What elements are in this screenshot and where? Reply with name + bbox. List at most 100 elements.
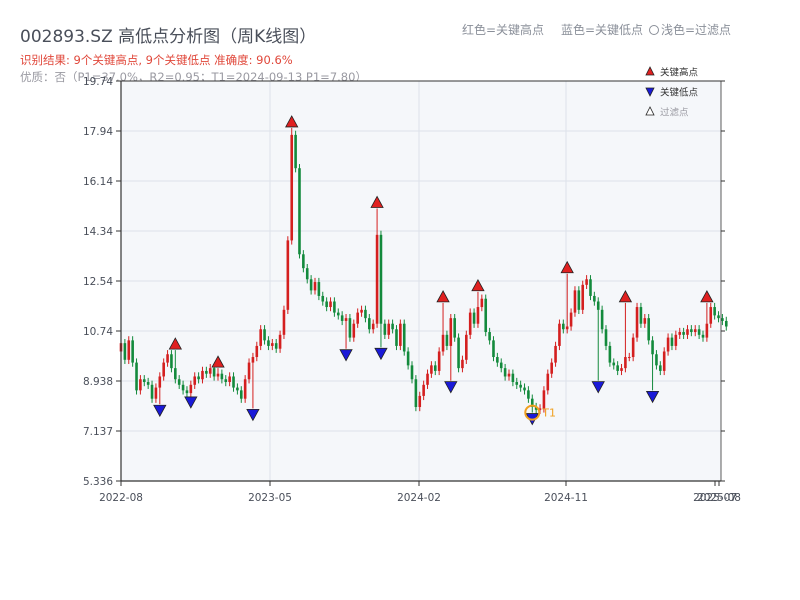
candle-body bbox=[158, 376, 162, 388]
candle-body bbox=[678, 332, 682, 335]
candle-body bbox=[709, 307, 713, 324]
candle-body bbox=[356, 312, 359, 324]
candle-body bbox=[239, 390, 243, 399]
candle-body bbox=[445, 334, 449, 346]
y-tick-label: 5.336 bbox=[83, 476, 113, 488]
candle-body bbox=[383, 323, 387, 335]
candle-body bbox=[476, 307, 480, 324]
candle-body bbox=[724, 320, 728, 327]
candle-body bbox=[247, 362, 251, 380]
candle-body bbox=[721, 318, 724, 321]
candle-body bbox=[142, 379, 146, 383]
y-tick-label: 19.74 bbox=[83, 76, 113, 88]
candle-body bbox=[395, 329, 398, 346]
x-tick-label: 2022-08 bbox=[99, 492, 143, 504]
candle-body bbox=[635, 307, 639, 338]
candle-body bbox=[208, 368, 212, 374]
y-tick-label: 12.54 bbox=[83, 276, 113, 288]
candle-body bbox=[131, 340, 134, 363]
candle-body bbox=[596, 301, 600, 310]
candle-body bbox=[453, 318, 456, 338]
candle-body bbox=[274, 343, 278, 349]
candle-body bbox=[255, 345, 259, 358]
legend-label: 关键高点 bbox=[660, 67, 699, 79]
candle-body bbox=[662, 351, 666, 371]
candle-body bbox=[139, 379, 142, 391]
candle-body bbox=[391, 323, 394, 330]
candle-body bbox=[298, 168, 301, 255]
candle-body bbox=[441, 334, 445, 352]
candle-body bbox=[515, 382, 519, 385]
candle-body bbox=[437, 351, 441, 371]
candle-body bbox=[523, 387, 526, 391]
candle-body bbox=[220, 373, 224, 380]
legend-label: 关键低点 bbox=[660, 87, 699, 99]
candle-body bbox=[371, 323, 375, 330]
candle-body bbox=[135, 362, 138, 391]
candle-body bbox=[573, 290, 577, 313]
candle-body bbox=[511, 373, 515, 383]
t1-label: T1 bbox=[541, 407, 556, 420]
candle-body bbox=[216, 373, 220, 377]
candle-body bbox=[496, 357, 499, 363]
candle-body bbox=[472, 312, 476, 324]
candle-body bbox=[465, 334, 468, 360]
candle-body bbox=[243, 379, 247, 399]
candle-body bbox=[430, 365, 433, 374]
candle-body bbox=[713, 307, 716, 316]
candle-body bbox=[379, 234, 383, 324]
y-tick-label: 10.74 bbox=[83, 326, 113, 338]
candle-body bbox=[562, 323, 565, 330]
candle-body bbox=[585, 279, 588, 285]
candle-body bbox=[177, 379, 181, 385]
candle-body bbox=[197, 376, 200, 380]
candle-body bbox=[604, 329, 608, 346]
candle-body bbox=[686, 329, 689, 335]
candle-body bbox=[608, 345, 612, 363]
candle-body bbox=[631, 337, 635, 358]
candle-body bbox=[612, 362, 616, 366]
candle-body bbox=[616, 365, 619, 371]
candle-body bbox=[426, 373, 429, 385]
candle-body bbox=[717, 315, 720, 319]
y-tick-label: 8.938 bbox=[83, 376, 113, 388]
candle-body bbox=[127, 340, 131, 360]
candle-body bbox=[150, 384, 154, 399]
candle-body bbox=[550, 362, 553, 374]
candle-body bbox=[507, 373, 511, 377]
candle-body bbox=[387, 323, 391, 335]
candle-body bbox=[682, 332, 685, 335]
candle-body bbox=[593, 295, 596, 302]
candle-body bbox=[375, 234, 379, 324]
candle-body bbox=[697, 329, 701, 335]
candle-body bbox=[484, 298, 488, 333]
y-tick-label: 7.137 bbox=[83, 426, 113, 438]
candle-body bbox=[360, 309, 363, 313]
candle-body bbox=[344, 318, 348, 321]
candle-body bbox=[701, 334, 705, 338]
candle-body bbox=[232, 376, 235, 388]
candle-body bbox=[402, 323, 406, 352]
candle-body bbox=[154, 387, 158, 399]
candle-body bbox=[189, 384, 193, 394]
candle-body bbox=[352, 323, 356, 338]
candle-body bbox=[251, 357, 255, 363]
candle-body bbox=[581, 284, 585, 310]
x-tick-label: 2023-05 bbox=[248, 492, 292, 504]
legend-label: 过滤点 bbox=[660, 107, 689, 119]
candle-body bbox=[321, 295, 325, 302]
candle-body bbox=[212, 368, 216, 377]
candle-body bbox=[461, 359, 464, 369]
candle-body bbox=[565, 326, 569, 330]
candle-body bbox=[162, 362, 165, 377]
candle-body bbox=[503, 368, 507, 377]
candle-body bbox=[333, 301, 336, 313]
candle-body bbox=[558, 323, 561, 346]
candle-body bbox=[569, 312, 573, 327]
candle-body bbox=[282, 309, 286, 335]
candle-body bbox=[368, 318, 371, 330]
candle-body bbox=[655, 354, 658, 366]
candle-body bbox=[546, 373, 550, 391]
candle-body bbox=[410, 365, 414, 380]
y-tick-label: 14.34 bbox=[83, 226, 113, 238]
